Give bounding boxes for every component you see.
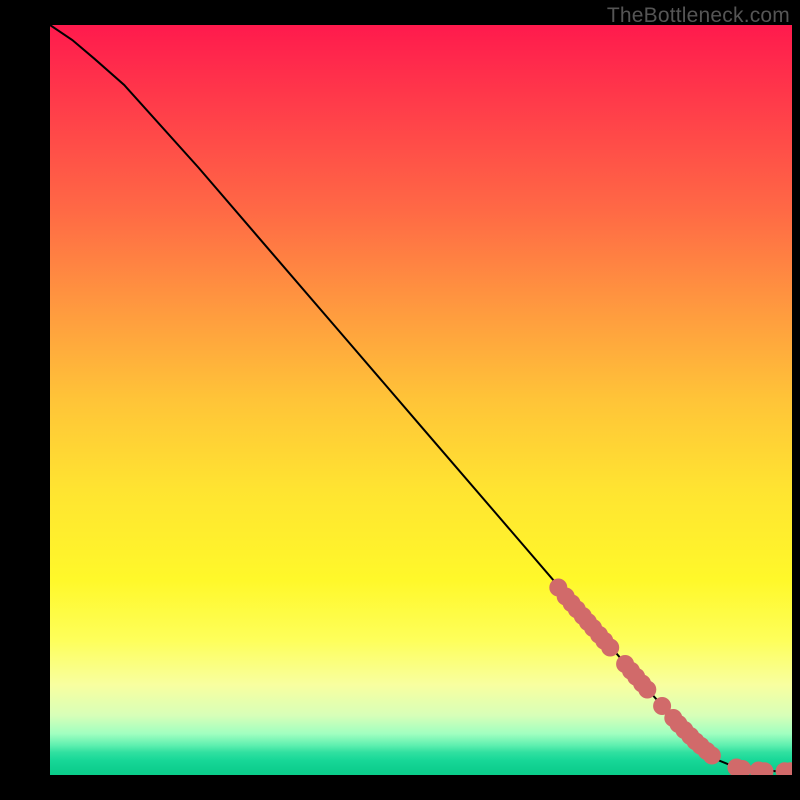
curve-marker xyxy=(627,668,645,686)
curve-marker xyxy=(601,639,619,657)
curve-marker xyxy=(584,619,602,637)
curve-marker xyxy=(616,655,634,673)
curve-marker xyxy=(756,762,774,775)
curve-marker xyxy=(776,762,792,775)
curve-marker xyxy=(727,759,745,776)
curve-marker xyxy=(703,747,721,765)
curve-marker xyxy=(568,600,586,618)
curve-marker xyxy=(574,607,592,625)
curve-marker xyxy=(782,762,793,775)
curve-markers xyxy=(549,579,792,776)
bottleneck-curve-line xyxy=(50,25,792,771)
curve-marker xyxy=(563,594,581,612)
curve-marker xyxy=(653,697,671,715)
curve-marker xyxy=(698,742,716,760)
watermark-text: TheBottleneck.com xyxy=(607,4,790,28)
curve-marker xyxy=(687,732,705,750)
curve-marker xyxy=(681,727,699,745)
curve-marker xyxy=(579,613,597,631)
curve-marker xyxy=(638,681,656,699)
curve-marker xyxy=(622,662,640,680)
curve-marker xyxy=(595,632,613,650)
curve-marker xyxy=(633,675,651,693)
curve-marker xyxy=(692,737,710,755)
chart-plot-area xyxy=(50,25,792,775)
chart-svg xyxy=(50,25,792,775)
curve-marker xyxy=(750,762,768,776)
curve-marker xyxy=(590,626,608,644)
curve-marker xyxy=(670,715,688,733)
curve-marker xyxy=(549,579,567,597)
curve-marker xyxy=(664,709,682,727)
curve-marker xyxy=(733,760,751,775)
curve-marker xyxy=(675,721,693,739)
curve-marker xyxy=(557,588,575,606)
